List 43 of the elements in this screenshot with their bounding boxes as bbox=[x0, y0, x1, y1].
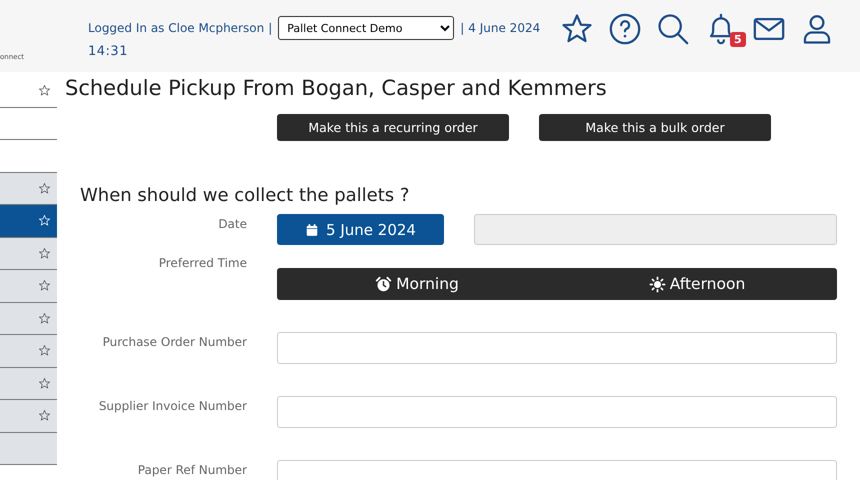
time-option[interactable]: Afternoon bbox=[557, 268, 837, 300]
sidebar-item[interactable] bbox=[0, 432, 57, 465]
input-field[interactable] bbox=[277, 332, 837, 364]
order-button[interactable]: Make this a bulk order bbox=[539, 114, 771, 141]
star-icon[interactable] bbox=[38, 279, 51, 292]
star-icon[interactable] bbox=[38, 84, 51, 98]
sidebar-item[interactable] bbox=[0, 368, 57, 400]
star-icon[interactable] bbox=[38, 409, 51, 422]
star-icon[interactable] bbox=[38, 344, 51, 358]
separator: | bbox=[460, 21, 464, 35]
sidebar-item[interactable] bbox=[0, 172, 57, 205]
sidebar-item[interactable] bbox=[0, 270, 57, 302]
sun-icon bbox=[648, 276, 666, 292]
sidebar-item[interactable] bbox=[0, 335, 57, 368]
field-label: Purchase Order Number bbox=[102, 334, 247, 349]
separator: | bbox=[268, 21, 272, 35]
page-title: Schedule Pickup From Bogan, Casper and Kemmers bbox=[65, 76, 608, 100]
time-option[interactable]: Morning bbox=[277, 268, 557, 300]
account-select[interactable]: Pallet Connect Demo bbox=[278, 16, 454, 40]
notification-badge: 5 bbox=[730, 32, 746, 47]
date-text: 4 June 2024 bbox=[468, 21, 540, 35]
section-title: When should we collect the pallets ? bbox=[80, 185, 410, 206]
help-icon[interactable] bbox=[608, 12, 642, 46]
field-label: Paper Ref Number bbox=[136, 462, 247, 477]
star-icon[interactable] bbox=[38, 246, 51, 260]
date-button[interactable]: 5 June 2024 bbox=[277, 214, 444, 245]
field-label: Date bbox=[217, 216, 247, 231]
star-icon[interactable] bbox=[38, 312, 51, 325]
field-label: Supplier Invoice Number bbox=[98, 398, 247, 413]
sidebar-item[interactable] bbox=[0, 108, 57, 140]
order-button[interactable]: Make this a recurring order bbox=[277, 114, 509, 141]
input-field[interactable] bbox=[277, 396, 837, 428]
sidebar-item[interactable] bbox=[0, 400, 57, 432]
field-label: Preferred Time bbox=[158, 255, 247, 270]
calendar-icon bbox=[305, 222, 320, 238]
sidebar-item[interactable] bbox=[0, 302, 57, 335]
logged-in-text: Logged In as Cloe Mcpherson bbox=[88, 21, 264, 35]
alarm-clock-icon bbox=[375, 276, 392, 292]
search-icon[interactable] bbox=[656, 12, 690, 46]
star-icon[interactable] bbox=[38, 182, 51, 195]
time-text: 14:31 bbox=[88, 44, 129, 59]
sidebar-item[interactable] bbox=[0, 238, 57, 270]
star-icon[interactable] bbox=[38, 376, 51, 390]
